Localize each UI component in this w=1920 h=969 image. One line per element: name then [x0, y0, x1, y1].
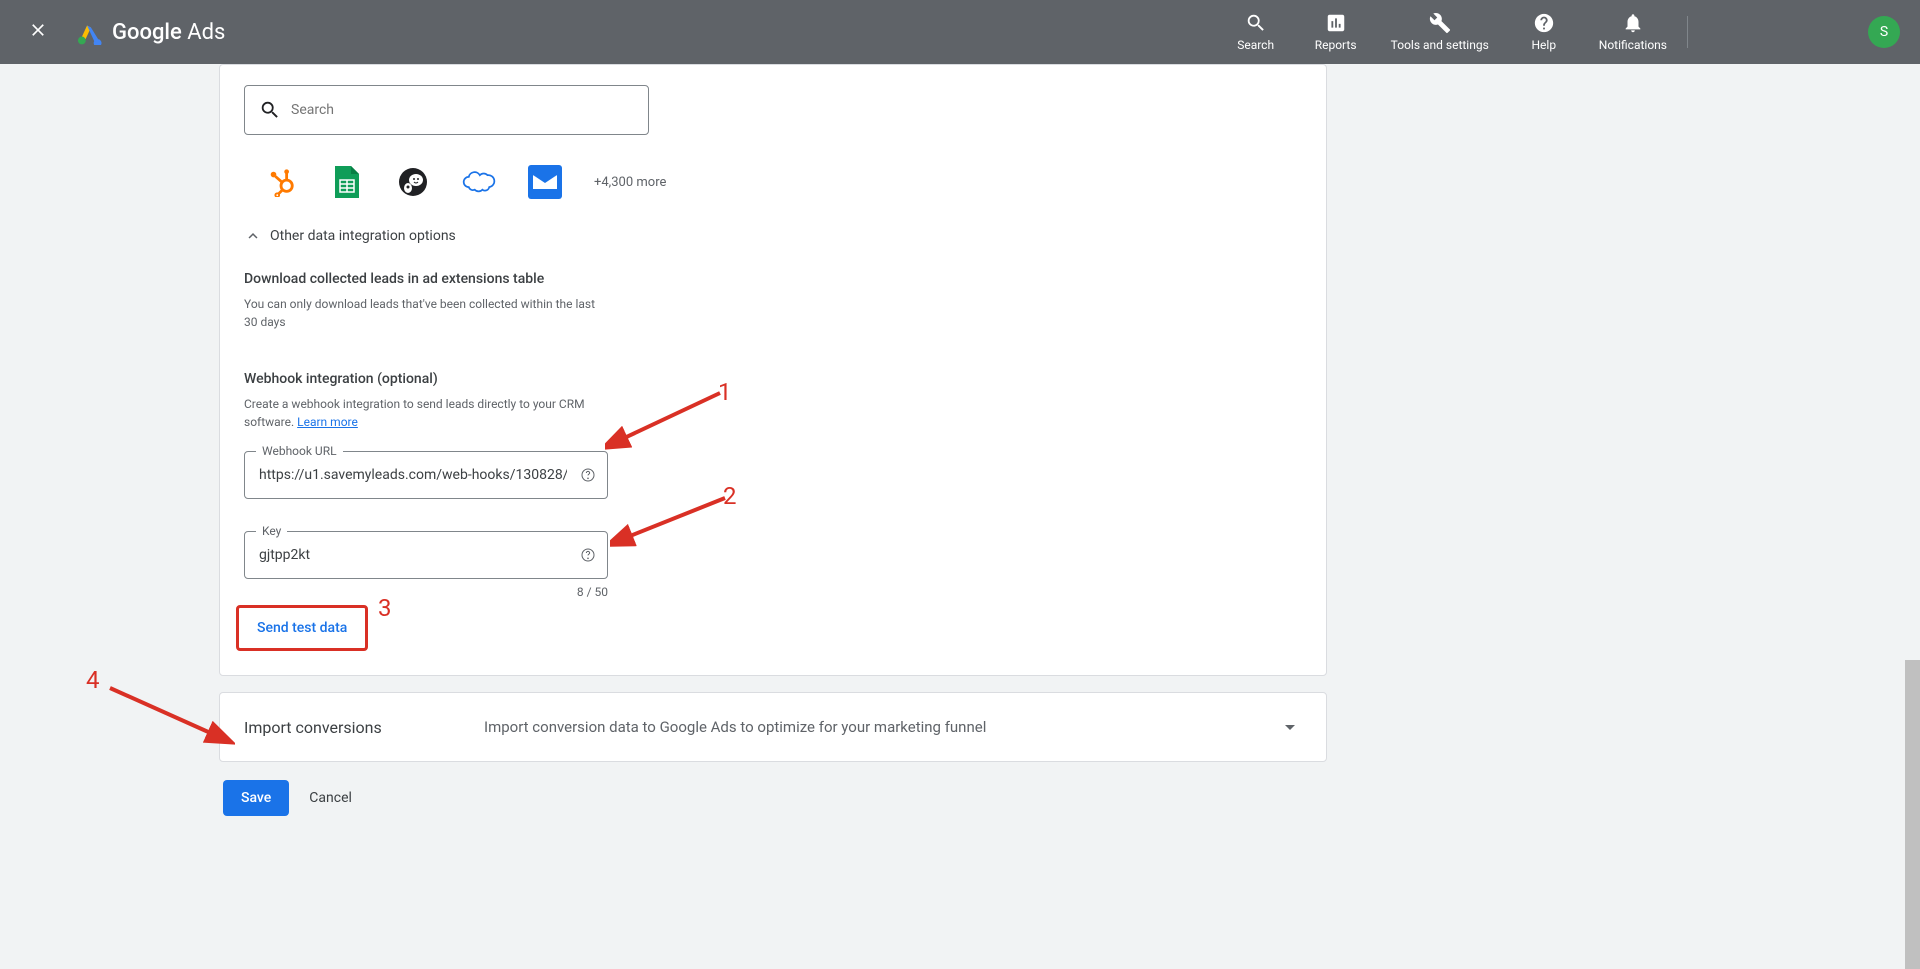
tools-icon — [1429, 12, 1451, 34]
nav-label: Tools and settings — [1391, 38, 1489, 52]
nav-label: Notifications — [1599, 38, 1667, 52]
product-logo: Google Ads — [76, 19, 225, 45]
reports-icon — [1325, 12, 1347, 34]
integration-search[interactable] — [244, 85, 649, 135]
key-char-count: 8 / 50 — [244, 585, 608, 599]
annotation-number-4: 4 — [86, 666, 100, 694]
webhook-desc: Create a webhook integration to send lea… — [244, 395, 604, 431]
app-header: Google Ads Search Reports Tools and sett… — [0, 0, 1920, 64]
nav-label: Help — [1531, 38, 1556, 52]
mailchimp-icon[interactable] — [396, 165, 430, 199]
webhook-key-input[interactable] — [244, 531, 608, 579]
campaign-monitor-icon[interactable] — [528, 165, 562, 199]
chevron-down-icon — [1278, 715, 1302, 739]
more-integrations-text[interactable]: +4,300 more — [594, 175, 666, 190]
send-test-button[interactable]: Send test data — [241, 610, 363, 646]
import-desc: Import conversion data to Google Ads to … — [484, 718, 1218, 736]
nav-label: Search — [1237, 38, 1274, 52]
search-input[interactable] — [291, 102, 634, 118]
scrollbar-thumb[interactable] — [1905, 660, 1920, 969]
nav-search[interactable]: Search — [1231, 12, 1281, 52]
google-sheets-icon[interactable] — [330, 165, 364, 199]
header-nav: Search Reports Tools and settings Help N… — [1231, 12, 1667, 52]
integration-icons: +4,300 more — [244, 165, 1302, 199]
download-leads-title: Download collected leads in ad extension… — [244, 271, 1302, 287]
close-icon[interactable] — [20, 10, 56, 54]
hubspot-icon[interactable] — [264, 165, 298, 199]
divider — [1687, 16, 1688, 48]
nav-label: Reports — [1315, 38, 1357, 52]
search-icon — [1245, 12, 1267, 34]
learn-more-link[interactable]: Learn more — [297, 415, 358, 429]
webhook-url-field-wrap: Webhook URL — [244, 451, 608, 499]
help-icon[interactable] — [580, 547, 596, 563]
webhook-key-label: Key — [256, 524, 287, 538]
import-title: Import conversions — [244, 718, 424, 737]
nav-notifications[interactable]: Notifications — [1599, 12, 1667, 52]
save-button[interactable]: Save — [223, 780, 289, 816]
product-name: Google Ads — [112, 20, 225, 45]
cancel-button[interactable]: Cancel — [309, 790, 352, 806]
other-options-expander[interactable]: Other data integration options — [244, 227, 1302, 245]
chevron-up-icon — [244, 227, 262, 245]
help-icon[interactable] — [580, 467, 596, 483]
form-actions: Save Cancel — [223, 780, 1327, 816]
import-conversions-card[interactable]: Import conversions Import conversion dat… — [219, 692, 1327, 762]
expander-label: Other data integration options — [270, 228, 456, 244]
webhook-title: Webhook integration (optional) — [244, 371, 1302, 387]
salesforce-icon[interactable] — [462, 165, 496, 199]
nav-reports[interactable]: Reports — [1311, 12, 1361, 52]
avatar[interactable]: S — [1868, 16, 1900, 48]
annotation-arrow-4 — [105, 680, 235, 750]
search-icon — [259, 99, 281, 121]
nav-tools[interactable]: Tools and settings — [1391, 12, 1489, 52]
nav-help[interactable]: Help — [1519, 12, 1569, 52]
bell-icon — [1622, 12, 1644, 34]
webhook-url-label: Webhook URL — [256, 444, 343, 458]
google-ads-logo-icon — [76, 19, 102, 45]
send-test-highlight: Send test data — [236, 605, 368, 651]
download-leads-desc: You can only download leads that've been… — [244, 295, 604, 331]
lead-form-card: +4,300 more Other data integration optio… — [219, 64, 1327, 676]
webhook-url-input[interactable] — [244, 451, 608, 499]
webhook-key-field-wrap: Key — [244, 531, 608, 579]
help-icon — [1533, 12, 1555, 34]
